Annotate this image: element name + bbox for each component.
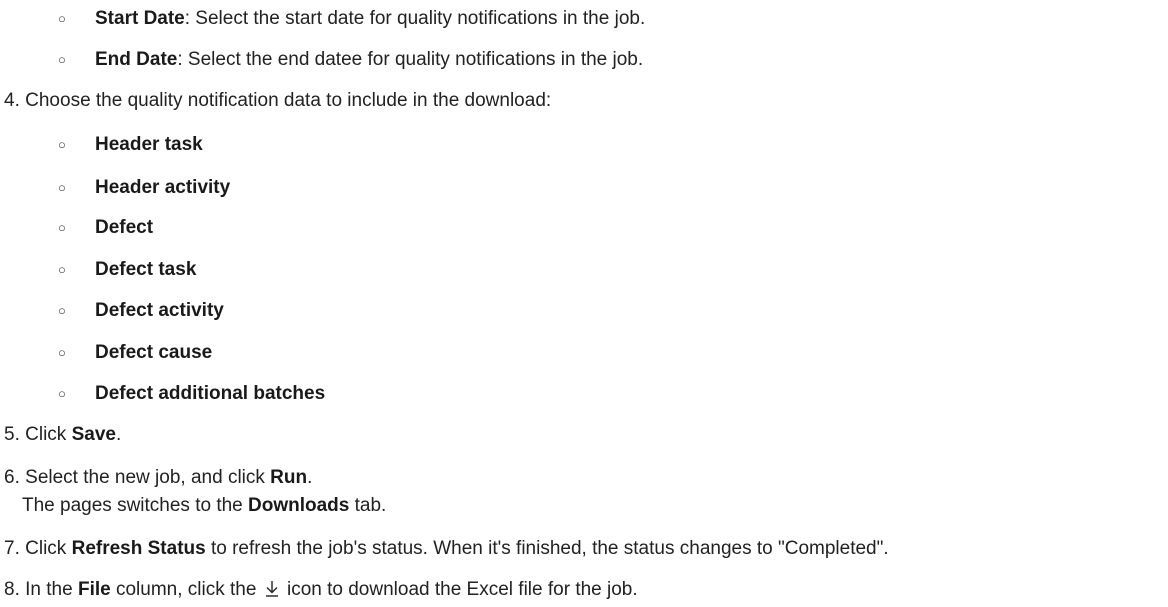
step-text: Click: [25, 424, 72, 445]
download-icon: [264, 580, 280, 598]
bullet-icon: ○: [58, 52, 66, 67]
description: : Select the end datee for quality notif…: [177, 49, 644, 70]
option-item: Defect: [95, 216, 153, 240]
ui-term: Run: [270, 467, 308, 488]
step-4: 4. Choose the quality notification data …: [4, 89, 551, 113]
bullet-icon: ○: [58, 303, 66, 318]
step-text: Select the new job, and click: [25, 467, 271, 488]
step-text: icon to download the Excel file for the …: [281, 579, 638, 600]
option-item: Header task: [95, 133, 203, 157]
step-text: column, click the: [110, 579, 262, 600]
term-end-date: End Date: [95, 49, 178, 70]
option-label: Header task: [95, 134, 203, 155]
ui-term: File: [77, 579, 111, 600]
ui-term: Save: [71, 424, 116, 445]
step-text: .: [307, 467, 313, 488]
option-item: Defect cause: [95, 341, 212, 365]
step-6-result: The pages switches to the Downloads tab.: [22, 494, 386, 518]
bullet-icon: ○: [58, 137, 66, 152]
option-label: Defect task: [95, 259, 197, 280]
step-8: 8. In the File column, click the icon to…: [4, 578, 638, 602]
ui-term: Refresh Status: [71, 538, 206, 559]
option-item: Defect additional batches: [95, 382, 325, 406]
step-text: .: [115, 424, 122, 445]
description: : Select the start date for quality noti…: [184, 8, 646, 29]
option-item: Defect task: [95, 258, 196, 282]
step-text: Click: [25, 538, 72, 559]
step-text: In the: [25, 579, 78, 600]
step-6: 6. Select the new job, and click Run.: [4, 466, 312, 490]
bullet-icon: ○: [58, 180, 66, 195]
option-item: Defect activity: [95, 299, 224, 323]
step-5: 5. Click Save.: [4, 423, 121, 447]
bullet-icon: ○: [58, 386, 66, 401]
step-number: 6.: [4, 467, 20, 488]
step-text: The pages switches to the: [22, 495, 249, 516]
bullet-icon: ○: [58, 11, 66, 26]
option-label: Defect: [95, 217, 154, 238]
bullet-icon: ○: [58, 220, 66, 235]
list-item-start-date: Start Date: Select the start date for qu…: [95, 7, 645, 31]
term-start-date: Start Date: [95, 8, 185, 29]
list-item-end-date: End Date: Select the end datee for quali…: [95, 48, 643, 72]
step-number: 8.: [4, 579, 20, 600]
option-label: Defect cause: [95, 342, 213, 363]
step-number: 5.: [4, 424, 20, 445]
step-number: 4.: [4, 90, 20, 111]
option-label: Defect activity: [95, 300, 224, 321]
step-text: Choose the quality notification data to …: [25, 90, 552, 111]
option-item: Header activity: [95, 176, 230, 200]
option-label: Defect additional batches: [95, 383, 326, 404]
step-text: tab.: [349, 495, 387, 516]
step-7: 7. Click Refresh Status to refresh the j…: [4, 537, 889, 561]
step-text: to refresh the job's status. When it's f…: [205, 538, 889, 559]
ui-term: Downloads: [248, 495, 350, 516]
bullet-icon: ○: [58, 345, 66, 360]
step-number: 7.: [4, 538, 20, 559]
bullet-icon: ○: [58, 262, 66, 277]
option-label: Header activity: [95, 177, 231, 198]
